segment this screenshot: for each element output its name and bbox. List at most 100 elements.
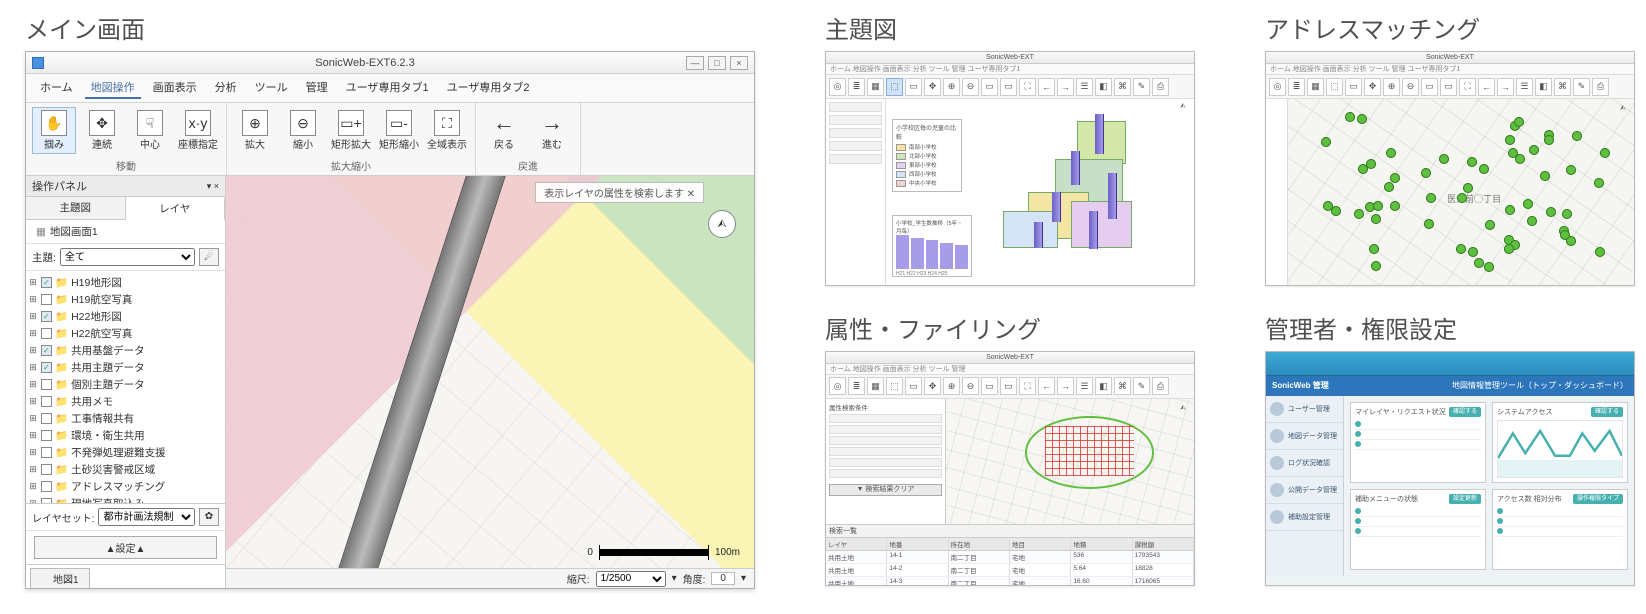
- ribbon-button[interactable]: ⛶全域表示: [425, 107, 469, 154]
- layer-tree[interactable]: ⊞📁H19地形図⊞📁H19航空写真⊞📁H22地形図⊞📁H22航空写真⊞📁共用基盤…: [26, 271, 225, 504]
- toolbar-button[interactable]: ☰: [1076, 377, 1093, 395]
- layer-item[interactable]: ⊞📁H19航空写真: [28, 291, 221, 308]
- layer-item[interactable]: ⊞📁H22航空写真: [28, 325, 221, 342]
- ribbon-button[interactable]: ▭+矩形拡大: [329, 107, 373, 154]
- toolbar-button[interactable]: ⬚: [886, 377, 903, 395]
- toolbar-button[interactable]: ▦: [867, 78, 884, 96]
- scale-select[interactable]: 1/2500: [596, 571, 666, 587]
- toolbar-button[interactable]: ←: [1038, 377, 1055, 395]
- map-pin-icon[interactable]: [1566, 165, 1576, 175]
- card-tag[interactable]: 操作権限タイプ: [1573, 494, 1623, 504]
- layer-item[interactable]: ⊞📁不発弾処理避難支援: [28, 444, 221, 461]
- layerset-select[interactable]: 都市計画法規制: [98, 508, 195, 526]
- map-pin-icon[interactable]: [1331, 206, 1341, 216]
- toolbar-button[interactable]: ▭: [1000, 377, 1017, 395]
- toolbar-button[interactable]: ◧: [1095, 78, 1112, 96]
- map-pin-icon[interactable]: [1358, 164, 1368, 174]
- map-pin-icon[interactable]: [1384, 182, 1394, 192]
- toolbar-button[interactable]: →: [1057, 78, 1074, 96]
- ribbon-button[interactable]: →進む: [530, 107, 574, 154]
- toolbar-button[interactable]: ◎: [829, 78, 846, 96]
- toolbar-button[interactable]: ←: [1038, 78, 1055, 96]
- admin-nav-item[interactable]: 補助設定管理: [1266, 504, 1343, 531]
- toolbar-button[interactable]: ✥: [1364, 78, 1381, 96]
- layerset-gear-icon[interactable]: ✿: [199, 508, 219, 526]
- map-pin-icon[interactable]: [1523, 199, 1533, 209]
- map-pin-icon[interactable]: [1354, 209, 1364, 219]
- layer-item[interactable]: ⊞📁環境・衛生共用: [28, 427, 221, 444]
- toolbar-button[interactable]: ▦: [867, 377, 884, 395]
- ribbon-button[interactable]: ✋掴み: [32, 107, 76, 154]
- theme-select[interactable]: 全て: [60, 248, 195, 266]
- toolbar-button[interactable]: ⬚: [886, 78, 903, 96]
- menu-item[interactable]: 地図操作: [85, 77, 141, 99]
- map-pin-icon[interactable]: [1504, 244, 1514, 254]
- toolbar-button[interactable]: ▭: [1345, 78, 1362, 96]
- map-pin-icon[interactable]: [1485, 220, 1495, 230]
- toolbar-button[interactable]: ✥: [924, 78, 941, 96]
- map-pin-icon[interactable]: [1424, 219, 1434, 229]
- table-row[interactable]: 共用土地14-1南二丁目宅地5361793543: [826, 551, 1194, 564]
- toolbar-button[interactable]: ⊕: [943, 377, 960, 395]
- map-pin-icon[interactable]: [1540, 171, 1550, 181]
- map-pin-icon[interactable]: [1479, 164, 1489, 174]
- map-pin-icon[interactable]: [1529, 145, 1539, 155]
- toolbar-button[interactable]: ✥: [924, 377, 941, 395]
- admin-nav-item[interactable]: 地図データ管理: [1266, 423, 1343, 450]
- panel-tab[interactable]: 主題図: [26, 197, 126, 219]
- map-pin-icon[interactable]: [1595, 247, 1605, 257]
- ribbon-button[interactable]: x·y座標指定: [176, 107, 220, 154]
- map-pin-icon[interactable]: [1467, 157, 1477, 167]
- toolbar-button[interactable]: ⌘: [1554, 78, 1571, 96]
- map-pin-icon[interactable]: [1484, 262, 1494, 272]
- toolbar-button[interactable]: ▦: [1307, 78, 1324, 96]
- toolbar-button[interactable]: ⊖: [962, 377, 979, 395]
- toolbar-button[interactable]: ≣: [848, 78, 865, 96]
- toolbar-button[interactable]: ⊕: [943, 78, 960, 96]
- toolbar-button[interactable]: ⊕: [1383, 78, 1400, 96]
- map-pin-icon[interactable]: [1357, 114, 1367, 124]
- panel-tab[interactable]: レイヤ: [126, 198, 226, 220]
- map-pin-icon[interactable]: [1390, 201, 1400, 211]
- toolbar-button[interactable]: ≣: [1288, 78, 1305, 96]
- layer-item[interactable]: ⊞📁土砂災害警戒区域: [28, 461, 221, 478]
- map-pin-icon[interactable]: [1544, 135, 1554, 145]
- layer-item[interactable]: ⊞📁H19地形図: [28, 274, 221, 291]
- menu-item[interactable]: 管理: [300, 77, 334, 99]
- admin-nav-item[interactable]: ユーザー管理: [1266, 396, 1343, 423]
- map-pin-icon[interactable]: [1373, 201, 1383, 211]
- map-pin-icon[interactable]: [1527, 216, 1537, 226]
- toolbar-button[interactable]: ◧: [1535, 78, 1552, 96]
- toolbar-button[interactable]: ▭: [1421, 78, 1438, 96]
- map-pin-icon[interactable]: [1594, 178, 1604, 188]
- toolbar-button[interactable]: ▭: [905, 377, 922, 395]
- admin-nav-item[interactable]: 公開データ管理: [1266, 477, 1343, 504]
- table-row[interactable]: 共用土地14-3南二丁目宅地16.601716065: [826, 577, 1194, 585]
- map-pin-icon[interactable]: [1345, 112, 1355, 122]
- toolbar-button[interactable]: ◎: [829, 377, 846, 395]
- toolbar-button[interactable]: →: [1057, 377, 1074, 395]
- result-table[interactable]: 検索一覧 レイヤ地番所在地地目地積課税額 共用土地14-1南二丁目宅地53617…: [826, 525, 1194, 585]
- layer-item[interactable]: ⊞📁共用主題データ: [28, 359, 221, 376]
- ribbon-button[interactable]: ⊖縮小: [281, 107, 325, 154]
- toolbar-button[interactable]: ▭: [1000, 78, 1017, 96]
- close-button[interactable]: ×: [730, 56, 748, 70]
- map-pin-icon[interactable]: [1426, 193, 1436, 203]
- ribbon-button[interactable]: ⊕拡大: [233, 107, 277, 154]
- map-pin-icon[interactable]: [1323, 201, 1333, 211]
- toolbar-button[interactable]: ⌘: [1114, 78, 1131, 96]
- map-pin-icon[interactable]: [1369, 244, 1379, 254]
- toolbar-button[interactable]: ⎙: [1592, 78, 1609, 96]
- bottom-tab-map[interactable]: 地図1: [30, 568, 90, 588]
- map-pin-icon[interactable]: [1514, 117, 1524, 127]
- theme-button[interactable]: ☄: [199, 248, 219, 266]
- layer-item[interactable]: ⊞📁アドレスマッチング: [28, 478, 221, 495]
- toolbar-button[interactable]: ▭: [905, 78, 922, 96]
- toolbar-button[interactable]: ⛶: [1459, 78, 1476, 96]
- layer-item[interactable]: ⊞📁工事情報共有: [28, 410, 221, 427]
- card-tag[interactable]: 確認する: [1449, 407, 1481, 417]
- toolbar-button[interactable]: ☰: [1076, 78, 1093, 96]
- minimize-button[interactable]: —: [686, 56, 704, 70]
- map-pin-icon[interactable]: [1386, 148, 1396, 158]
- map-pin-icon[interactable]: [1600, 148, 1610, 158]
